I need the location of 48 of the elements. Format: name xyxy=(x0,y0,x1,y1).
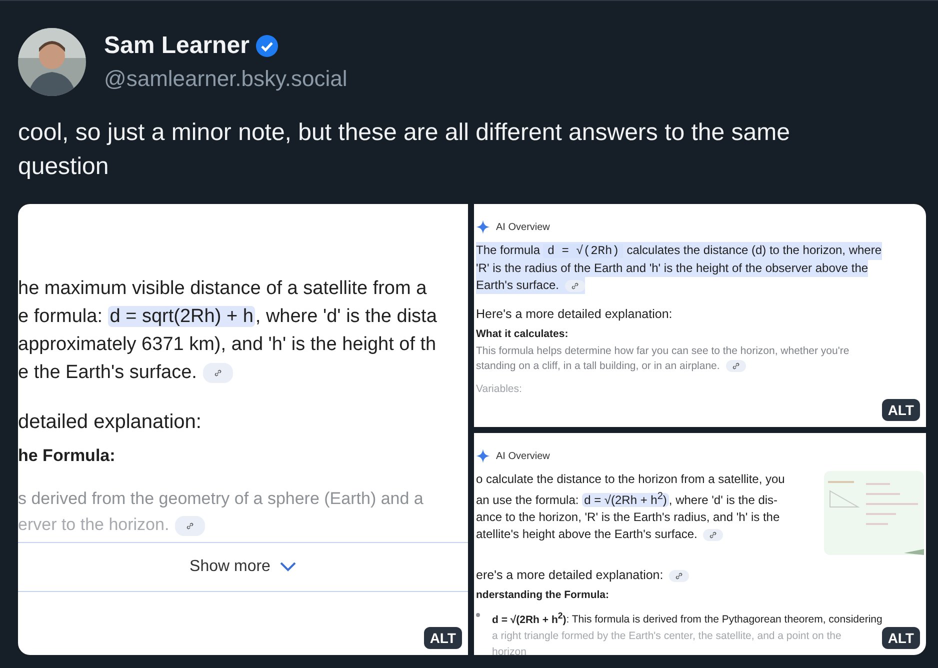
paragraph-line: e the Earth's surface. xyxy=(18,359,468,387)
link-icon xyxy=(709,530,718,539)
link-button[interactable] xyxy=(703,528,724,541)
link-button[interactable] xyxy=(726,360,746,372)
overview-label: AI Overview xyxy=(496,450,550,462)
list-item-line: a right triangle formed by the Earth's center, the satellite, and a point on the xyxy=(492,628,842,644)
author-name[interactable]: Sam Learner xyxy=(104,32,250,60)
paragraph-line: ance to the horizon, 'R' is the Earth's radius, and 'h' is the xyxy=(476,509,781,526)
link-button[interactable] xyxy=(669,570,690,582)
sparkle-icon xyxy=(476,449,490,463)
paragraph-line: e formula: d = sqrt(2Rh) + h, where 'd' is the dista xyxy=(18,305,438,329)
link-icon xyxy=(186,522,194,530)
section-heading: Here's a more detailed explanation: xyxy=(476,307,674,321)
paragraph-line: standing on a cliff, in a tall building, or in an airplane. xyxy=(476,359,926,374)
subsection-heading: nderstanding the Formula: xyxy=(476,589,610,601)
paragraph-line: atellite's height above the Earth's surface. xyxy=(476,526,785,543)
paragraph-line: he maximum visible distance of a satellite from a xyxy=(18,277,428,301)
screenshot-image[interactable] xyxy=(474,433,926,655)
show-more-button[interactable]: Show more xyxy=(184,557,302,577)
section-heading: ere's a more detailed explanation: xyxy=(476,568,926,582)
section-heading: detailed explanation: xyxy=(18,411,202,434)
link-icon xyxy=(675,572,684,580)
screenshot-image[interactable] xyxy=(474,204,926,427)
paragraph-line: Variables: xyxy=(476,383,523,395)
subsection-heading: he Formula: xyxy=(18,446,116,466)
subsection-heading: What it calculates: xyxy=(476,328,570,340)
bullet-icon xyxy=(476,613,480,617)
paragraph-line: approximately 6371 km), and 'h' is the height of th xyxy=(18,333,438,357)
paragraph-line: This formula helps determine how far you can see to the horizon, whether you're xyxy=(476,344,850,359)
paragraph-line: o calculate the distance to the horizon from a satellite, you xyxy=(476,471,785,488)
sparkle-icon xyxy=(476,220,490,234)
link-icon xyxy=(571,282,579,290)
post-text: cool, so just a minor note, but these are all different answers to the same question xyxy=(18,118,791,182)
author-handle[interactable]: @samlearner.bsky.social xyxy=(104,66,348,92)
screenshot-image[interactable] xyxy=(18,204,468,655)
list-item-line: horizon xyxy=(492,644,528,655)
paragraph-line: an use the formula: d = √(2Rh + h$^{2}$) , where 'd' is the dis- xyxy=(476,490,779,509)
alt-badge[interactable]: ALT xyxy=(882,399,920,421)
paragraph-line: erver to the horizon. xyxy=(18,512,468,538)
paragraph-line: s derived from the geometry of a sphere (Earth) and a xyxy=(18,488,424,510)
list-item-line: d = √(2Rh + h$^{2}$): This formula is derived from the Pythagorean theorem, considering xyxy=(492,609,882,628)
alt-badge[interactable]: ALT xyxy=(882,627,920,649)
chevron-down-icon xyxy=(280,562,296,572)
link-button[interactable] xyxy=(565,280,585,292)
link-icon xyxy=(732,362,740,370)
link-icon xyxy=(214,368,222,377)
alt-badge[interactable]: ALT xyxy=(424,627,462,649)
overview-label: AI Overview xyxy=(496,222,550,232)
